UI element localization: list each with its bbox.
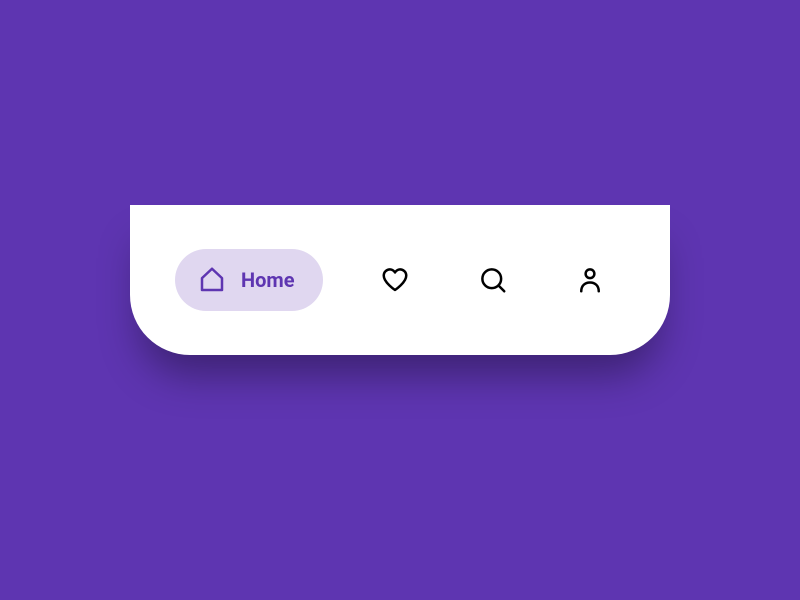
user-icon [575, 265, 605, 295]
nav-item-favorites[interactable] [370, 255, 420, 305]
heart-icon [380, 265, 410, 295]
search-icon [478, 265, 508, 295]
nav-item-home[interactable]: Home [175, 249, 323, 311]
nav-item-profile[interactable] [565, 255, 615, 305]
home-icon [197, 265, 227, 295]
nav-label-home: Home [241, 268, 295, 292]
bottom-nav: Home [130, 205, 670, 355]
nav-item-search[interactable] [468, 255, 518, 305]
